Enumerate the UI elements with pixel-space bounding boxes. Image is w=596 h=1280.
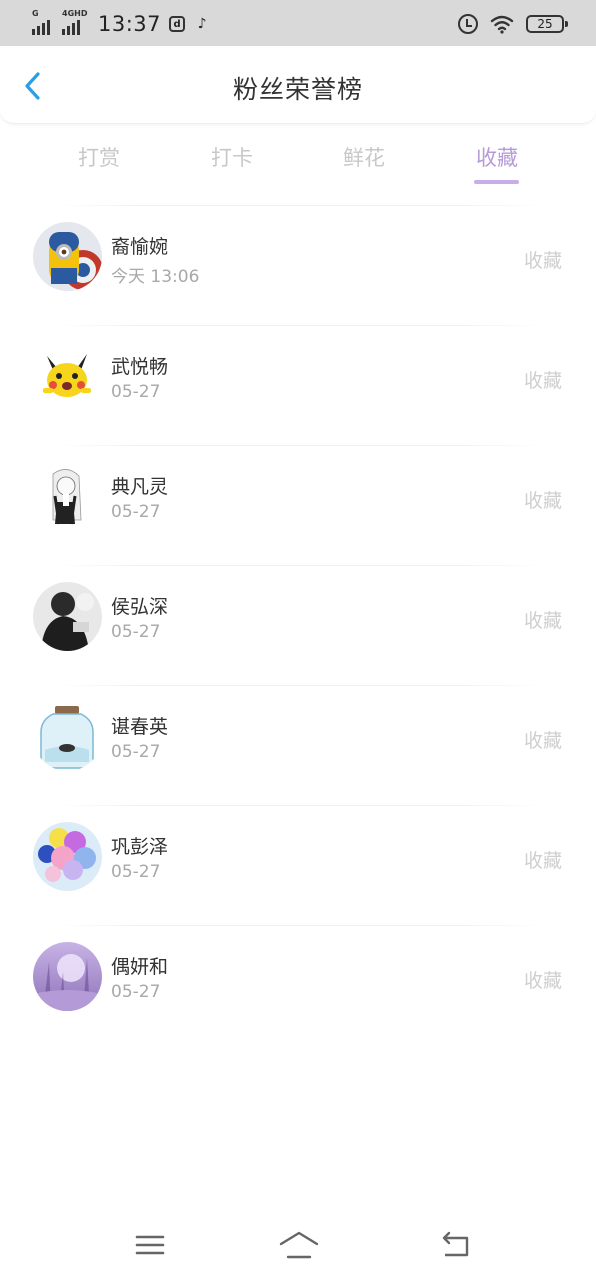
favorite-date: 05-27: [111, 382, 161, 402]
menu-icon[interactable]: [130, 1228, 170, 1262]
fan-list: 裔愉婉 今天 13:06 收藏 武悦畅 05-27 收藏 典凡灵 05-27 收…: [0, 205, 596, 1045]
favorite-label: 收藏: [523, 370, 562, 392]
tab-indicator: [474, 180, 519, 184]
favorite-label: 收藏: [523, 730, 562, 752]
favorite-label: 收藏: [523, 490, 562, 512]
favorite-date: 05-27: [111, 862, 161, 882]
list-item[interactable]: 偶妍和 05-27 收藏: [0, 926, 596, 1045]
avatar[interactable]: [33, 942, 102, 1011]
tab-checkin[interactable]: 打卡: [192, 142, 272, 172]
tab-reward[interactable]: 打赏: [59, 142, 139, 172]
signal-label: G: [32, 9, 39, 18]
user-name: 裔愉婉: [111, 236, 169, 258]
favorite-label: 收藏: [523, 250, 562, 272]
favorite-label: 收藏: [523, 850, 562, 872]
tab-bar: 打赏 打卡 鲜花 收藏: [0, 138, 596, 188]
favorite-date: 05-27: [111, 982, 161, 1002]
favorite-date: 05-27: [111, 622, 161, 642]
user-name: 典凡灵: [111, 476, 169, 498]
favorite-label: 收藏: [523, 610, 562, 632]
favorite-date: 05-27: [111, 742, 161, 762]
list-item[interactable]: 典凡灵 05-27 收藏: [0, 446, 596, 565]
avatar[interactable]: [33, 462, 102, 531]
page-title: 粉丝荣誉榜: [232, 75, 363, 104]
favorite-date: 今天 13:06: [111, 267, 200, 287]
back-icon[interactable]: [436, 1228, 476, 1262]
avatar[interactable]: [33, 342, 102, 411]
header: 粉丝荣誉榜: [0, 46, 596, 124]
list-item[interactable]: 谌春英 05-27 收藏: [0, 686, 596, 805]
avatar[interactable]: [33, 222, 102, 291]
avatar[interactable]: [33, 702, 102, 771]
list-item[interactable]: 裔愉婉 今天 13:06 收藏: [0, 206, 596, 325]
alarm-icon: [458, 14, 478, 34]
avatar[interactable]: [33, 582, 102, 651]
navigation-bar: [0, 1216, 596, 1280]
signal-4g-label: 4GHD: [62, 9, 88, 18]
battery-icon: 25: [526, 15, 568, 33]
list-item[interactable]: 巩彭泽 05-27 收藏: [0, 806, 596, 925]
tab-favorites[interactable]: 收藏: [457, 142, 537, 172]
avatar[interactable]: [33, 822, 102, 891]
user-name: 偶妍和: [111, 956, 169, 978]
app-icon: d: [169, 16, 186, 32]
user-name: 巩彭泽: [111, 836, 169, 858]
wifi-icon: [490, 15, 514, 34]
user-name: 谌春英: [111, 716, 169, 738]
signal-icon: G: [32, 9, 58, 35]
favorite-label: 收藏: [523, 970, 562, 992]
status-bar: G 4GHD 13:37 d ♪ 25: [0, 0, 596, 46]
clock: 13:37: [98, 12, 162, 36]
tab-flowers[interactable]: 鲜花: [324, 142, 404, 172]
user-name: 侯弘深: [111, 596, 169, 618]
home-icon[interactable]: [278, 1228, 320, 1262]
user-name: 武悦畅: [111, 356, 169, 378]
list-item[interactable]: 武悦畅 05-27 收藏: [0, 326, 596, 445]
favorite-date: 05-27: [111, 502, 161, 522]
signal-4g-icon: 4GHD: [62, 9, 88, 35]
tiktok-icon: ♪: [197, 16, 207, 32]
list-item[interactable]: 侯弘深 05-27 收藏: [0, 566, 596, 685]
